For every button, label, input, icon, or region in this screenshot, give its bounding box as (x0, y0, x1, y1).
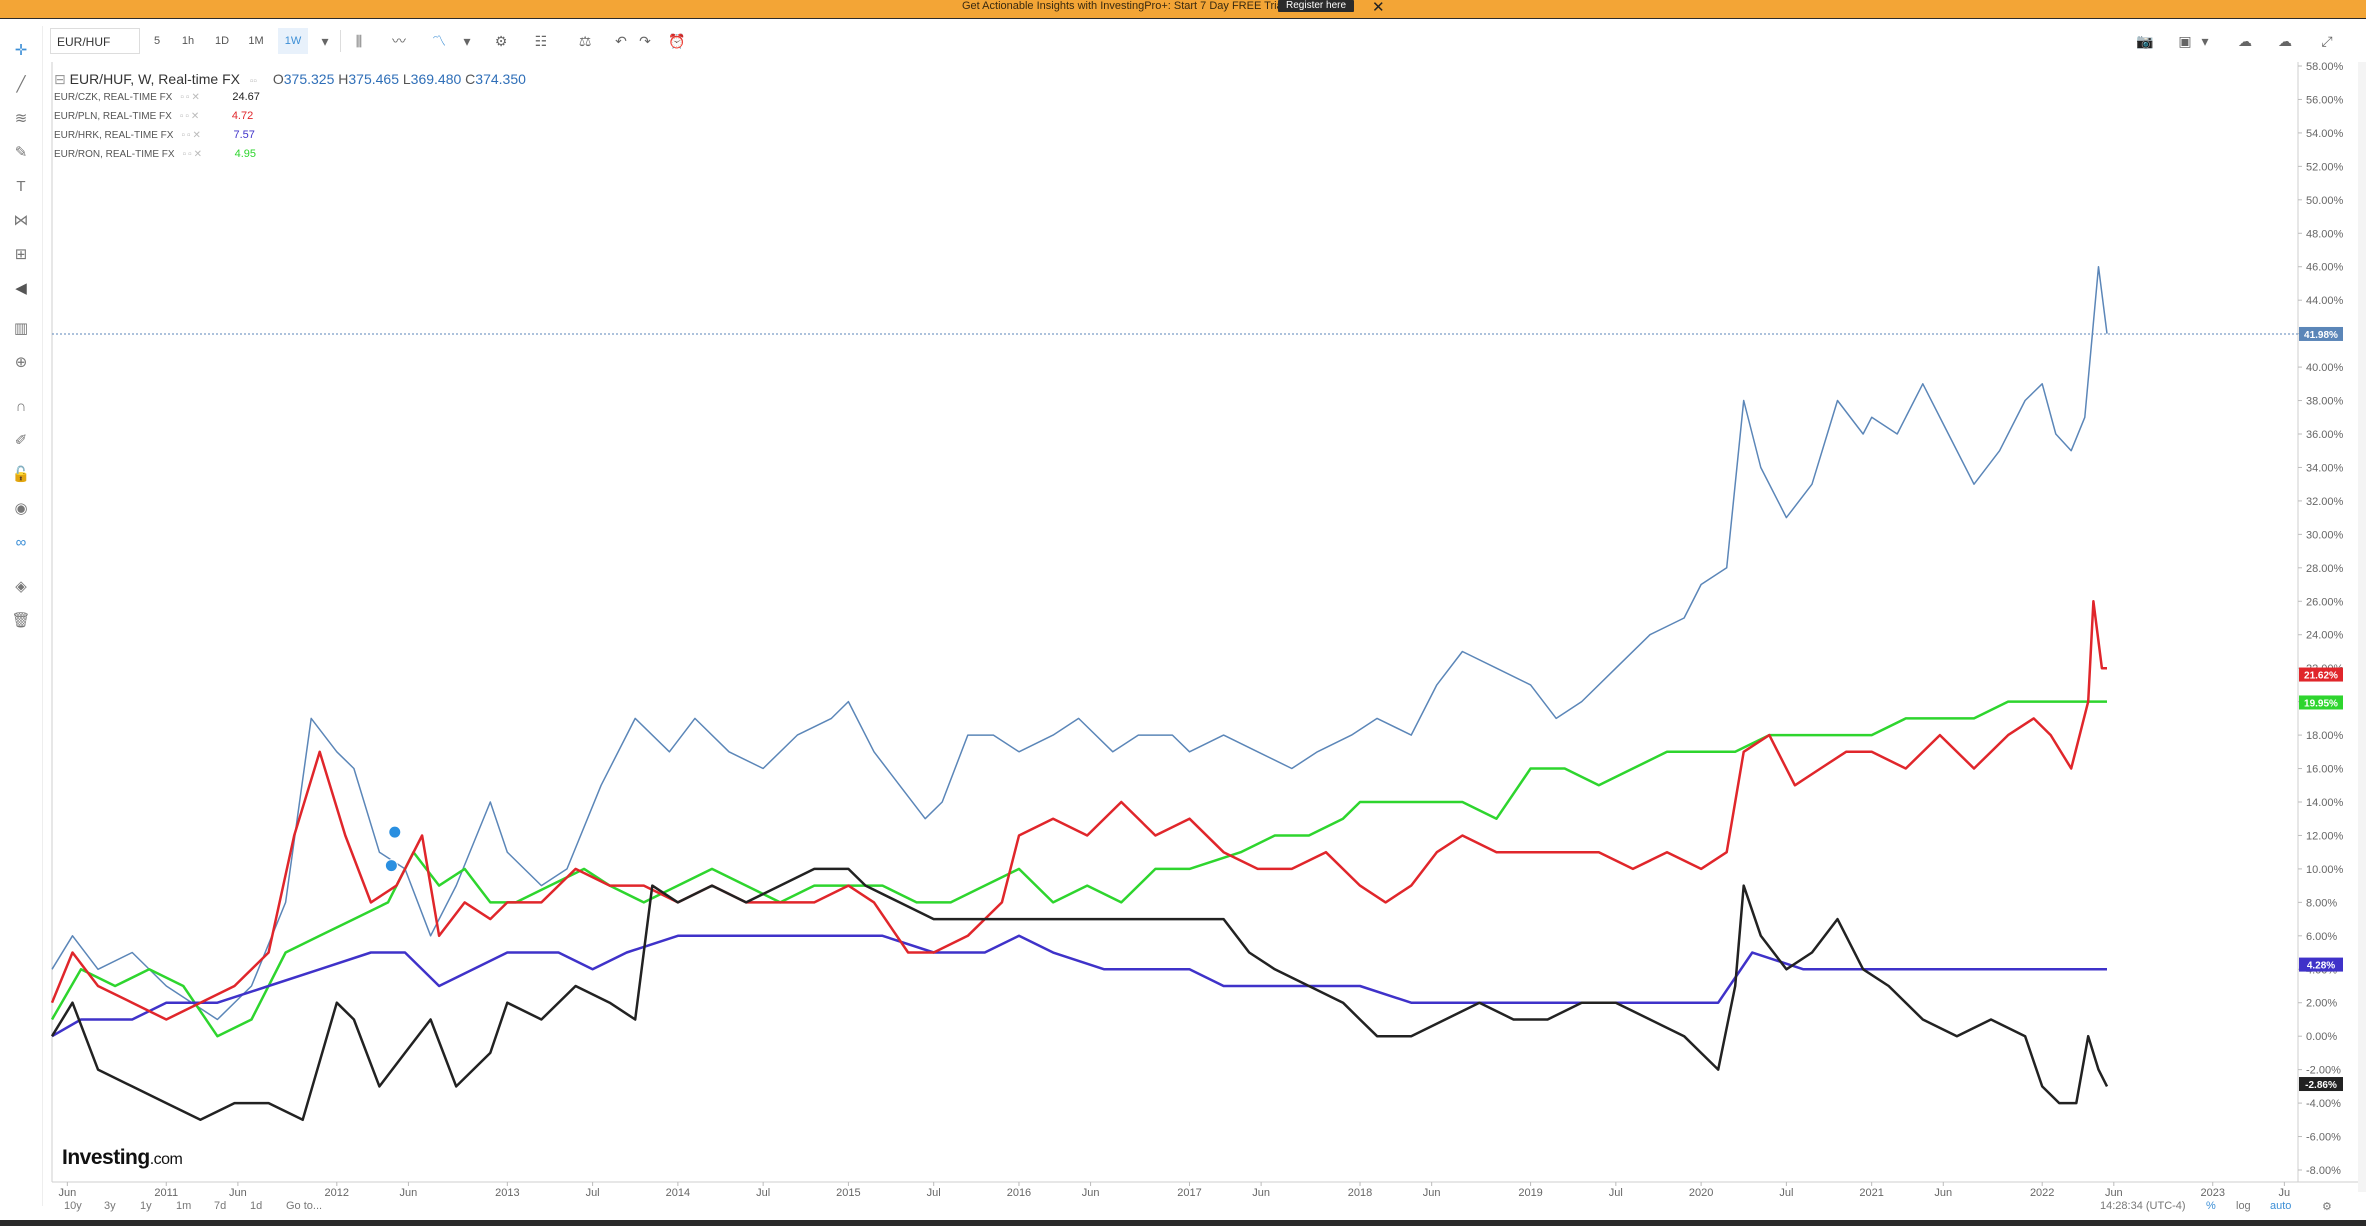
last-value-label: -2.86% (2305, 1080, 2337, 1091)
ohlc-high: 375.465 (348, 71, 399, 87)
y-tick-label: 44.00% (2306, 295, 2344, 307)
legend-value: 24.67 (232, 91, 260, 103)
legend-row-czk: EUR/CZK, REAL-TIME FX ▫▫✕ 24.67 (54, 88, 526, 107)
range-1d[interactable]: 1d (250, 1200, 262, 1212)
y-tick-label: 6.00% (2306, 931, 2337, 943)
y-tick-label: -8.00% (2306, 1165, 2341, 1177)
y-tick-label: 18.00% (2306, 730, 2344, 742)
log-toggle[interactable]: log (2236, 1200, 2251, 1212)
event-marker (384, 859, 398, 873)
ohlc-open-label: O (272, 71, 284, 87)
range-3y[interactable]: 3y (104, 1200, 116, 1212)
y-tick-label: 32.00% (2306, 496, 2344, 508)
legend-value: 4.95 (234, 148, 256, 160)
ohlc-close-label: C (465, 71, 476, 87)
last-value-label: 21.62% (2304, 671, 2338, 682)
legend-main-title: EUR/HUF, W, Real-time FX (69, 71, 240, 87)
y-tick-label: 40.00% (2306, 362, 2344, 374)
event-marker (388, 825, 402, 839)
collapse-icon[interactable]: ⊟ (54, 71, 66, 87)
ohlc-values: O375.325 H375.465 L369.480 C374.350 (273, 71, 526, 87)
last-value-label: 19.95% (2304, 698, 2338, 709)
y-tick-label: 28.00% (2306, 563, 2344, 575)
series-line-eur-czk (50, 867, 2109, 1122)
legend-label: EUR/PLN, REAL-TIME FX (54, 111, 172, 122)
legend-label: EUR/HRK, REAL-TIME FX (54, 130, 174, 141)
legend-row-controls-icon[interactable]: ▫▫✕ (183, 145, 231, 164)
legend-row-controls-icon[interactable]: ▫▫✕ (180, 107, 228, 126)
ohlc-high-label: H (338, 71, 349, 87)
y-tick-label: 8.00% (2306, 897, 2337, 909)
ohlc-close: 374.350 (475, 71, 526, 87)
series-line-eur-hrk (51, 934, 2107, 1038)
settings-icon[interactable]: ⚙ (2322, 1200, 2332, 1213)
y-tick-label: 36.00% (2306, 429, 2344, 441)
y-tick-label: 56.00% (2306, 94, 2344, 106)
range-1m[interactable]: 1m (176, 1200, 191, 1212)
y-tick-label: 34.00% (2306, 462, 2344, 474)
legend-main: ⊟ EUR/HUF, W, Real-time FX ▫▫ O375.325 H… (54, 70, 526, 88)
y-tick-label: 46.00% (2306, 262, 2344, 274)
y-tick-label: 58.00% (2306, 61, 2344, 73)
range-1y[interactable]: 1y (140, 1200, 152, 1212)
y-tick-label: -6.00% (2306, 1132, 2341, 1144)
y-tick-label: 50.00% (2306, 195, 2344, 207)
legend-row-ron: EUR/RON, REAL-TIME FX ▫▫✕ 4.95 (54, 145, 526, 164)
auto-toggle[interactable]: auto (2270, 1200, 2291, 1212)
y-tick-label: 2.00% (2306, 998, 2337, 1010)
ohlc-low: 369.480 (410, 71, 462, 87)
series-line-eur-huf (51, 265, 2108, 1021)
series-line-eur-ron (50, 700, 2107, 1038)
range-10y[interactable]: 10y (64, 1200, 82, 1212)
y-tick-label: 10.00% (2306, 864, 2344, 876)
y-tick-label: 12.00% (2306, 830, 2344, 842)
legend-label: EUR/CZK, REAL-TIME FX (54, 92, 173, 103)
investing-logo: Investing.com (62, 1146, 183, 1170)
logo-main: Investing (62, 1146, 150, 1169)
last-value-label: 4.28% (2307, 961, 2335, 972)
legend-value: 4.72 (231, 110, 254, 122)
logo-suffix: .com (149, 1151, 183, 1168)
legend-row-pln: EUR/PLN, REAL-TIME FX ▫▫✕ 4.72 (54, 107, 526, 126)
window-edge (0, 1220, 2366, 1226)
y-tick-label: 26.00% (2306, 596, 2344, 608)
legend-controls-icon[interactable]: ▫▫ (250, 76, 257, 87)
last-value-label: 41.98% (2304, 330, 2338, 341)
y-tick-label: 30.00% (2306, 529, 2344, 541)
comparison-chart[interactable]: 58.00% 56.00% 54.00% 52.00% 50.00% 48.00% 46.0… (0, 0, 2366, 1226)
legend-label: EUR/RON, REAL-TIME FX (54, 149, 175, 160)
scrollbar[interactable] (2358, 62, 2366, 1192)
ohlc-low-label: L (402, 71, 411, 87)
goto-button[interactable]: Go to... (286, 1200, 322, 1212)
legend-row-hrk: EUR/HRK, REAL-TIME FX ▫▫✕ 7.57 (54, 126, 526, 145)
y-tick-label: -4.00% (2306, 1098, 2341, 1110)
legend-row-controls-icon[interactable]: ▫▫✕ (181, 126, 229, 145)
y-tick-label: 54.00% (2306, 128, 2344, 140)
bottom-bar: 10y 3y 1y 1m 7d 1d Go to... 14:28:34 (UT… (50, 1196, 2366, 1218)
y-tick-label: 16.00% (2306, 764, 2344, 776)
y-tick-label: 24.00% (2306, 630, 2344, 642)
chart-legend: ⊟ EUR/HUF, W, Real-time FX ▫▫ O375.325 H… (54, 70, 526, 164)
y-tick-label: 14.00% (2306, 797, 2344, 809)
y-tick-label: 48.00% (2306, 228, 2344, 240)
y-tick-label: 0.00% (2306, 1031, 2337, 1043)
y-tick-label: -2.00% (2306, 1065, 2341, 1077)
ohlc-open: 375.325 (283, 71, 335, 87)
legend-value: 7.57 (233, 129, 255, 141)
y-tick-label: 38.00% (2306, 396, 2344, 408)
clock: 14:28:34 (UTC-4) (2100, 1200, 2186, 1212)
legend-row-controls-icon[interactable]: ▫▫✕ (180, 88, 228, 107)
range-7d[interactable]: 7d (214, 1200, 226, 1212)
percent-toggle[interactable]: % (2206, 1200, 2216, 1212)
y-tick-label: 52.00% (2306, 161, 2344, 173)
